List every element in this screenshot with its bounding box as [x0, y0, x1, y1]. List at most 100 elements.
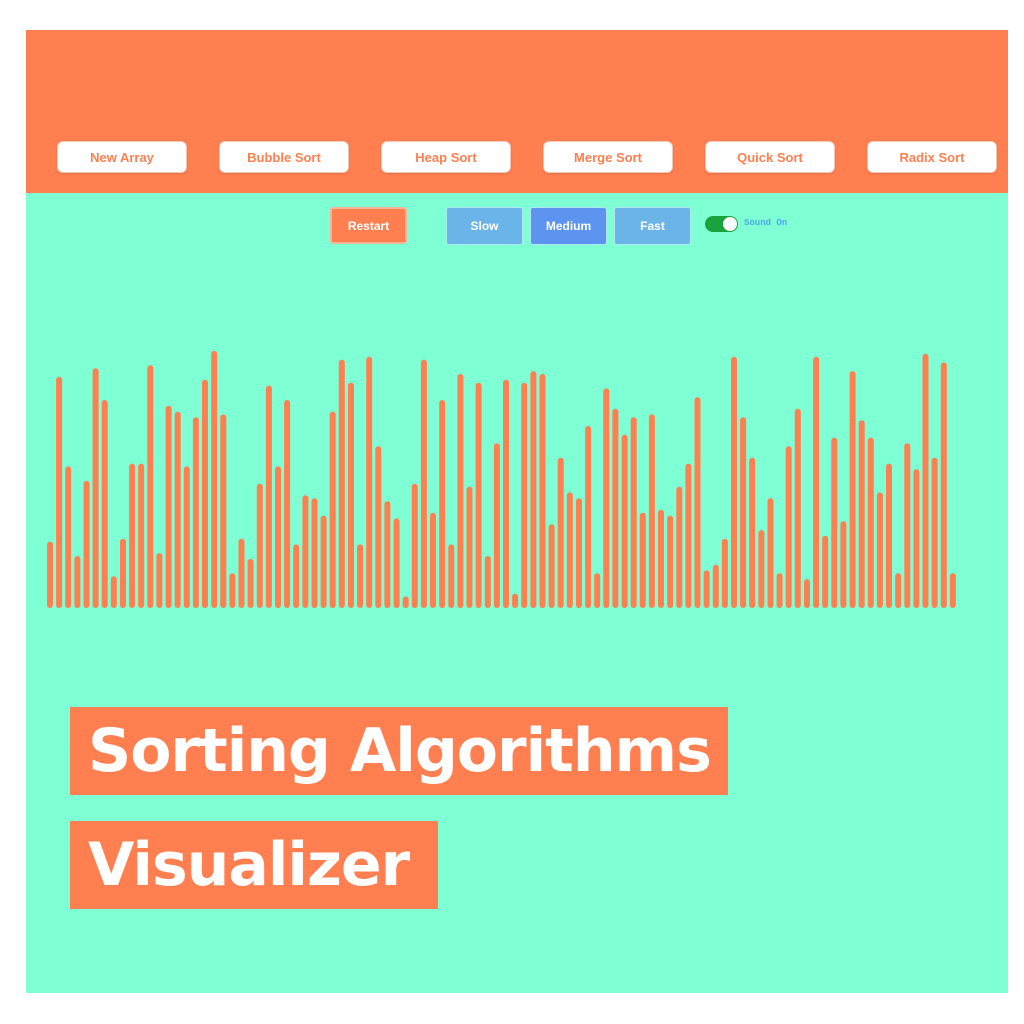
array-bar [56, 376, 63, 608]
array-bar [457, 374, 464, 608]
array-bar [557, 457, 564, 608]
array-bar [566, 492, 573, 608]
array-bar [47, 541, 53, 608]
array-bar [785, 446, 792, 608]
array-bar [658, 509, 664, 608]
array-bar [156, 553, 163, 608]
array-bar [794, 408, 801, 608]
array-bar [138, 463, 145, 608]
array-bar [275, 466, 281, 608]
array-bar [110, 576, 117, 608]
array-bar [411, 483, 418, 608]
array-bar [731, 356, 737, 608]
array-bar [120, 538, 126, 608]
array-bar [65, 466, 72, 608]
array-bar [895, 573, 902, 608]
array-bar [311, 498, 318, 608]
array-bar [475, 382, 482, 608]
app-frame: New Array Bubble Sort Heap Sort Merge So… [26, 30, 1008, 993]
array-bar [749, 457, 756, 608]
array-bar [256, 483, 263, 608]
array-bar [375, 446, 382, 608]
array-bar [129, 463, 136, 608]
array-bar [539, 374, 546, 608]
array-bar [603, 388, 610, 608]
array-bar [448, 544, 455, 608]
array-bar [840, 521, 847, 608]
array-bar [576, 498, 582, 608]
array-bar [721, 538, 728, 608]
array-bar [676, 486, 683, 608]
title-line-2: Visualizer [70, 821, 438, 909]
array-bar [439, 400, 446, 608]
array-bar [466, 486, 473, 608]
array-bar [174, 411, 181, 608]
array-bar [867, 437, 874, 608]
array-bar [858, 420, 865, 608]
array-bar [101, 400, 108, 608]
array-bar [202, 379, 208, 608]
array-bar [548, 524, 555, 608]
array-bar [585, 426, 592, 608]
array-bar [265, 385, 272, 608]
array-bar [220, 414, 227, 608]
array-bar [320, 515, 327, 608]
array-bar [165, 405, 172, 608]
array-bar [503, 379, 509, 608]
array-bar [238, 538, 245, 608]
array-bar [92, 368, 99, 608]
array-bar [366, 356, 373, 608]
array-bar [767, 498, 774, 608]
array-bar [822, 535, 829, 608]
title-line-1: Sorting Algorithms [70, 707, 728, 795]
array-bar [813, 356, 820, 608]
array-bar [904, 443, 911, 608]
array-bar [147, 365, 154, 608]
array-bar [247, 558, 254, 608]
array-bar [430, 512, 436, 608]
array-bar [913, 469, 920, 608]
array-bar [876, 492, 883, 608]
array-bar [630, 417, 637, 608]
array-bar [667, 515, 674, 608]
array-bar [694, 397, 701, 608]
array-bar [949, 573, 956, 608]
array-bar [776, 573, 783, 608]
array-bar [758, 530, 765, 608]
array-bar [183, 466, 190, 608]
array-bar [393, 518, 400, 608]
array-bar [357, 544, 364, 608]
array-bar [338, 359, 345, 608]
array-bar [886, 463, 892, 608]
array-bar [703, 570, 710, 608]
array-bar [849, 371, 856, 608]
array-bar [804, 579, 810, 608]
array-bar [293, 544, 300, 608]
array-bar [639, 512, 646, 608]
array-bar [740, 417, 747, 608]
array-bar [594, 573, 601, 608]
array-bar [420, 359, 427, 608]
array-bar [712, 564, 719, 608]
array-bar [940, 362, 947, 608]
array-bar [284, 400, 291, 608]
array-bar [512, 593, 519, 608]
array-bar [83, 480, 90, 608]
array-bar [612, 408, 619, 608]
array-bar [493, 443, 500, 608]
array-bar [402, 596, 409, 608]
array-bar [685, 463, 692, 608]
array-bar [384, 501, 391, 608]
array-bar [648, 414, 655, 608]
array-bar [922, 353, 929, 608]
array-bar [74, 556, 81, 608]
array-bar [211, 350, 218, 608]
array-bar [831, 437, 838, 608]
array-bar [192, 417, 199, 608]
array-bar [329, 411, 336, 608]
array-bar [931, 457, 938, 608]
array-bar [521, 382, 528, 608]
array-bar [621, 434, 628, 608]
array-bar [484, 556, 491, 608]
array-bar [302, 495, 309, 608]
